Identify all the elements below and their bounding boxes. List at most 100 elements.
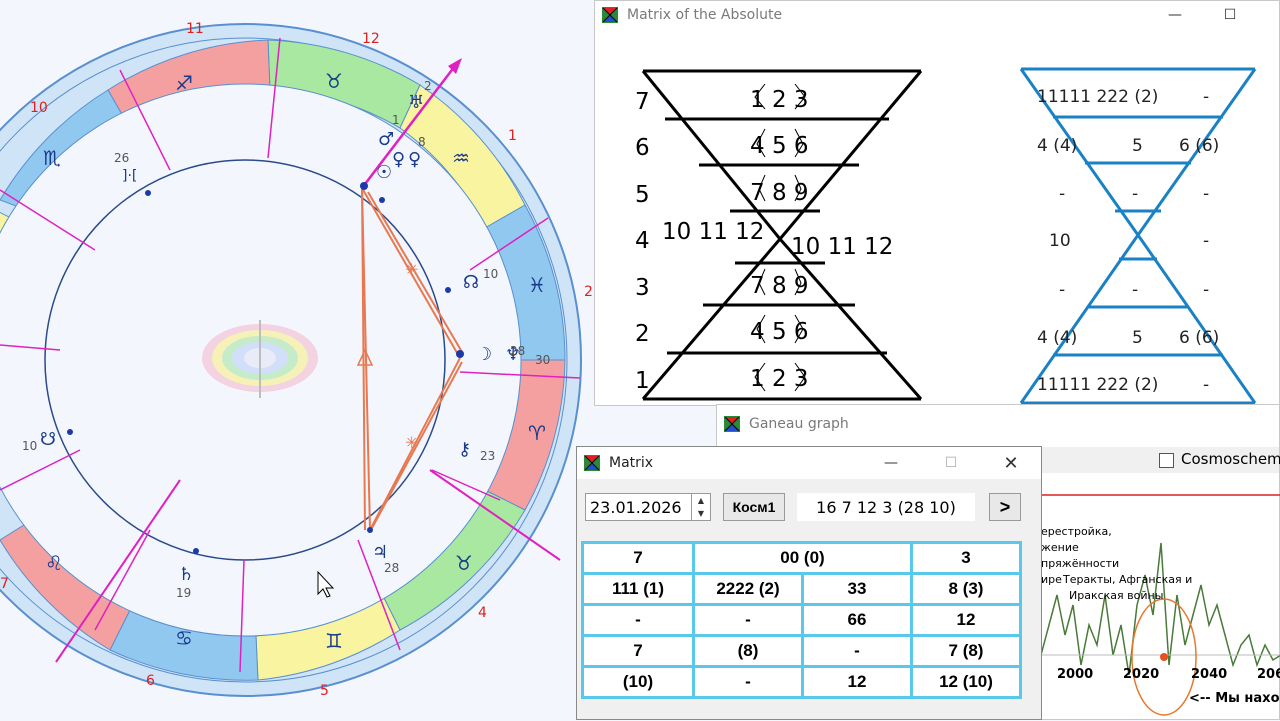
svg-text:♐: ♐: [175, 71, 193, 95]
svg-text:-: -: [1203, 184, 1209, 204]
svg-text:⚷: ⚷: [458, 439, 471, 460]
minimize-button[interactable]: —: [871, 447, 911, 479]
table-row: 111 (1) 2222 (2) 33 8 (3): [584, 575, 1019, 603]
svg-text:♊: ♊: [325, 629, 343, 653]
close-button[interactable]: ✕: [991, 447, 1031, 479]
svg-text:♀: ♀: [408, 149, 421, 170]
svg-text:7 8 9: 7 8 9: [750, 273, 809, 299]
table-row: (10) - 12 12 (10): [584, 668, 1019, 696]
svg-text:2: 2: [584, 284, 593, 300]
app-icon: [724, 416, 740, 432]
matrix-toolbar: 23.01.2026 ▲ ▼ Косм1 16 7 12 3 (28 10) >: [585, 491, 1033, 523]
svg-text:11: 11: [186, 21, 204, 37]
spin-down-icon[interactable]: ▼: [692, 507, 710, 520]
grid-cell: 00 (0): [695, 544, 910, 572]
svg-text:♋: ♋: [175, 626, 193, 650]
grid-cell: 7: [584, 544, 692, 572]
svg-text:2: 2: [424, 79, 432, 93]
svg-text:♀: ♀: [392, 149, 405, 170]
svg-text:4: 4: [635, 228, 650, 254]
svg-text:2040: 2040: [1191, 667, 1227, 682]
svg-text:1 2 3: 1 2 3: [750, 366, 809, 392]
svg-text:-: -: [1203, 231, 1209, 251]
grid-cell: 3: [913, 544, 1019, 572]
svg-text:5: 5: [1132, 328, 1143, 348]
ganeau-plot: ерестройка, жение пряжённости ире Теракт…: [1041, 494, 1280, 716]
svg-text:4 5 6: 4 5 6: [750, 133, 809, 159]
svg-text:10 11 12: 10 11 12: [791, 234, 893, 260]
svg-text:1: 1: [392, 113, 400, 127]
grid-cell: (8): [695, 637, 801, 665]
table-row: 7 (8) - 7 (8): [584, 637, 1019, 665]
svg-text:5: 5: [635, 182, 650, 208]
cosmoscheme-checkbox[interactable]: [1159, 453, 1174, 468]
svg-text:♉: ♉: [455, 551, 473, 575]
grid-cell: 33: [804, 575, 910, 603]
svg-text:-: -: [1203, 87, 1209, 107]
svg-text:ерестройка,: ерестройка,: [1041, 525, 1112, 538]
svg-text:♏: ♏: [43, 146, 61, 170]
svg-text:7 8 9: 7 8 9: [750, 180, 809, 206]
date-value: 23.01.2026: [590, 498, 682, 517]
svg-text:10: 10: [30, 100, 48, 116]
svg-text:7: 7: [0, 576, 9, 592]
svg-text:1: 1: [635, 368, 650, 394]
astro-chart: ✳ ✳ ♉ ♒ ♓ ♈ ♉ ♊ ♋ ♌ ♏ ♐ ♅ ♂ ♀ ♀ ☉ ☊ ☽ ♆ …: [0, 0, 600, 720]
svg-text:1 2 3: 1 2 3: [750, 87, 809, 113]
svg-text:Теракты, Афганская и: Теракты, Афганская и: [1062, 573, 1192, 586]
grid-cell: 111 (1): [584, 575, 692, 603]
date-spinner[interactable]: ▲ ▼: [691, 494, 710, 520]
grid-cell: (10): [584, 668, 692, 696]
grid-cell: 12: [804, 668, 910, 696]
kosm-button[interactable]: Косм1: [723, 493, 785, 521]
svg-text:8: 8: [418, 135, 426, 149]
svg-text:✳: ✳: [405, 433, 418, 452]
svg-text:-: -: [1203, 280, 1209, 300]
next-button[interactable]: >: [989, 493, 1021, 521]
svg-text:2: 2: [635, 321, 650, 347]
cosmoscheme-label: Cosmoscheme: [1181, 450, 1280, 468]
table-row: - - 66 12: [584, 606, 1019, 634]
svg-text:30: 30: [535, 353, 550, 367]
svg-text:5: 5: [320, 683, 329, 699]
svg-text:-: -: [1059, 280, 1065, 300]
svg-text:-: -: [1132, 184, 1138, 204]
svg-text:♃: ♃: [372, 542, 388, 563]
svg-text:6 (6): 6 (6): [1179, 136, 1219, 156]
svg-text:10: 10: [1049, 231, 1071, 251]
svg-text:-: -: [1203, 375, 1209, 395]
grid-cell: -: [695, 668, 801, 696]
svg-text:пряжённости: пряжённости: [1041, 557, 1119, 570]
svg-text:2000: 2000: [1057, 667, 1093, 682]
svg-text:☊: ☊: [463, 272, 479, 293]
titlebar: Matrix: [577, 447, 1041, 479]
svg-text:☉: ☉: [376, 162, 392, 183]
matrix-window: Matrix — ☐ ✕ 23.01.2026 ▲ ▼ Косм1 16 7 1…: [576, 446, 1042, 720]
minimize-button[interactable]: —: [1155, 1, 1195, 29]
svg-text:10 11 12: 10 11 12: [662, 219, 764, 245]
label-bracket: ]·[: [122, 168, 137, 184]
svg-text:19: 19: [176, 586, 191, 600]
svg-text:Иракская войны: Иракская войны: [1069, 589, 1163, 602]
grid-cell: 2222 (2): [695, 575, 801, 603]
spin-up-icon[interactable]: ▲: [692, 494, 710, 507]
table-row: 7 00 (0) 3: [584, 544, 1019, 572]
matrix-code: 16 7 12 3 (28 10): [797, 493, 975, 521]
svg-text:26: 26: [114, 151, 129, 165]
maximize-button[interactable]: ☐: [931, 447, 971, 479]
date-input[interactable]: 23.01.2026 ▲ ▼: [585, 493, 711, 521]
grid-cell: 8 (3): [913, 575, 1019, 603]
svg-text:♌: ♌: [45, 551, 63, 575]
svg-text:☽: ☽: [476, 344, 492, 365]
svg-text:10: 10: [483, 267, 498, 281]
svg-text:11111 222 (2): 11111 222 (2): [1037, 87, 1158, 107]
svg-text:жение: жение: [1041, 541, 1079, 554]
svg-text:☋: ☋: [40, 429, 56, 450]
svg-text:♂: ♂: [378, 129, 394, 150]
grid-cell: -: [695, 606, 801, 634]
svg-text:♉: ♉: [325, 69, 343, 93]
window-title: Matrix of the Absolute: [627, 7, 783, 23]
maximize-button[interactable]: ☐: [1210, 1, 1250, 29]
svg-text:5: 5: [1132, 136, 1143, 156]
svg-text:4 (4): 4 (4): [1037, 136, 1077, 156]
